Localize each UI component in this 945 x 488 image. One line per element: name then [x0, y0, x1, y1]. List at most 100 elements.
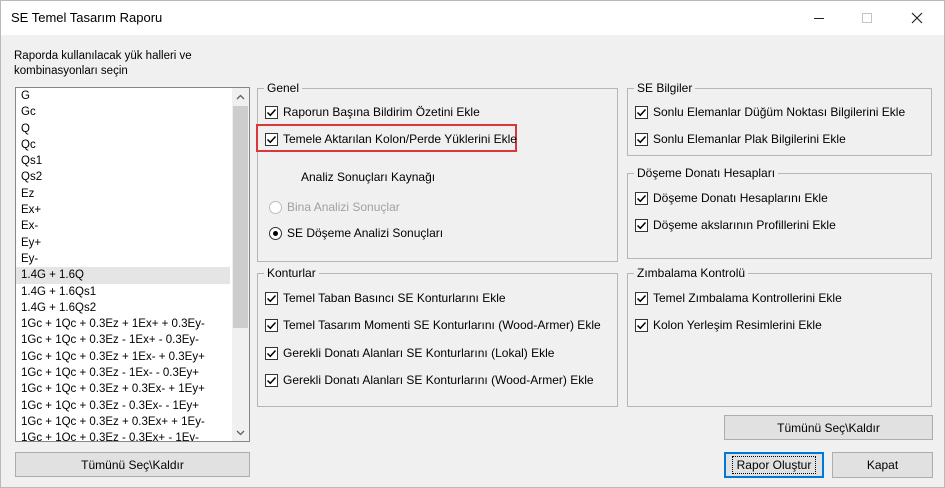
- konturlar-check1-label: Temel Taban Basıncı SE Konturlarını Ekle: [283, 291, 506, 305]
- list-item[interactable]: Ex+: [16, 202, 230, 218]
- list-item[interactable]: Ey+: [16, 235, 230, 251]
- list-item[interactable]: Qs2: [16, 169, 230, 185]
- list-item[interactable]: Ex-: [16, 218, 230, 234]
- close-icon: [911, 12, 923, 24]
- konturlar-check3-label: Gerekli Donatı Alanları SE Konturlarını …: [283, 346, 555, 360]
- load-cases-items: G Gc Q Qc Qs1 Qs2 Ez Ex+ Ex- Ey+ Ey- 1.4G + 1.6Q 1.4…: [16, 88, 230, 441]
- se-bilgiler-check1-label: Sonlu Elemanlar Düğüm Noktası Bilgilerin…: [653, 105, 906, 119]
- list-item[interactable]: 1Gc + 1Qc + 0.3Ez + 0.3Ex+ + 1Ey-: [16, 414, 230, 430]
- radio-slab-analysis-row[interactable]: SE Döşeme Analizi Sonuçları: [269, 226, 443, 240]
- list-item[interactable]: Qs1: [16, 153, 230, 169]
- close-button[interactable]: Kapat: [832, 452, 933, 478]
- genel-check1-checkbox[interactable]: [265, 105, 278, 119]
- list-item[interactable]: 1Gc + 1Qc + 0.3Ez - 1Ex+ - 0.3Ey-: [16, 332, 230, 348]
- scroll-up-button[interactable]: [232, 88, 249, 105]
- zimbalama-check2-label: Kolon Yerleşim Resimlerini Ekle: [653, 318, 822, 332]
- dialog-window: SE Temel Tasarım Raporu Raporda kullanıl…: [0, 0, 945, 488]
- doseme-check2-checkbox[interactable]: [635, 218, 648, 232]
- chevron-down-icon: [236, 430, 245, 435]
- doseme-group-title: Döşeme Donatı Hesapları: [634, 166, 779, 180]
- zimbalama-group-title: Zımbalama Kontrolü: [634, 266, 749, 280]
- doseme-check1-checkbox[interactable]: [635, 191, 648, 205]
- zimbalama-check2-checkbox[interactable]: [635, 318, 648, 332]
- konturlar-check4-checkbox[interactable]: [265, 373, 278, 387]
- list-item[interactable]: 1Gc + 1Qc + 0.3Ez - 0.3Ex- - 1Ey+: [16, 398, 230, 414]
- select-all-options-button[interactable]: Tümünü Seç\Kaldır: [724, 415, 933, 440]
- se-bilgiler-check2-label: Sonlu Elemanlar Plak Bilgilerini Ekle: [653, 132, 846, 146]
- scroll-thumb[interactable]: [233, 106, 248, 328]
- checkmark-icon: [636, 108, 647, 116]
- zimbalama-check1-row[interactable]: Temel Zımbalama Kontrollerini Ekle: [635, 291, 842, 305]
- se-bilgiler-check1-checkbox[interactable]: [635, 105, 648, 119]
- list-item[interactable]: 1Gc + 1Qc + 0.3Ez - 1Ex- - 0.3Ey+: [16, 365, 230, 381]
- genel-check1-row[interactable]: Raporun Başına Bildirim Özetini Ekle: [265, 105, 480, 119]
- se-bilgiler-check2-row[interactable]: Sonlu Elemanlar Plak Bilgilerini Ekle: [635, 132, 846, 146]
- select-all-load-cases-label: Tümünü Seç\Kaldır: [81, 457, 184, 472]
- list-item[interactable]: 1.4G + 1.6Qs2: [16, 300, 230, 316]
- minimize-icon: [814, 17, 824, 19]
- checkmark-icon: [636, 194, 647, 202]
- list-item[interactable]: 1Gc + 1Qc + 0.3Ez - 0.3Ex+ - 1Ey-: [16, 430, 230, 441]
- doseme-check2-row[interactable]: Döşeme akslarının Profillerini Ekle: [635, 218, 836, 232]
- listbox-scrollbar[interactable]: [232, 88, 249, 441]
- list-item[interactable]: G: [16, 88, 230, 104]
- konturlar-check2-row[interactable]: Temel Tasarım Momenti SE Konturlarını (W…: [265, 318, 601, 332]
- checkmark-icon: [636, 294, 647, 302]
- maximize-icon: [862, 13, 872, 23]
- zimbalama-check1-label: Temel Zımbalama Kontrollerini Ekle: [653, 291, 842, 305]
- load-cases-label: Raporda kullanılacak yük halleri ve komb…: [14, 50, 192, 77]
- se-bilgiler-check2-checkbox[interactable]: [635, 132, 648, 146]
- konturlar-check4-row[interactable]: Gerekli Donatı Alanları SE Konturlarını …: [265, 373, 594, 387]
- radio-building-analysis-row: Bina Analizi Sonuçlar: [269, 200, 400, 214]
- list-item[interactable]: Gc: [16, 104, 230, 120]
- genel-check1-label: Raporun Başına Bildirim Özetini Ekle: [283, 105, 480, 119]
- window-title: SE Temel Tasarım Raporu: [11, 10, 163, 25]
- konturlar-check1-row[interactable]: Temel Taban Basıncı SE Konturlarını Ekle: [265, 291, 506, 305]
- konturlar-check3-checkbox[interactable]: [265, 346, 278, 360]
- list-item[interactable]: 1Gc + 1Qc + 0.3Ez + 0.3Ex- + 1Ey+: [16, 381, 230, 397]
- konturlar-check4-label: Gerekli Donatı Alanları SE Konturlarını …: [283, 373, 594, 387]
- select-all-options-label: Tümünü Seç\Kaldır: [777, 420, 880, 435]
- konturlar-group-title: Konturlar: [264, 266, 319, 280]
- checkmark-icon: [266, 108, 277, 116]
- scroll-down-button[interactable]: [232, 424, 249, 441]
- list-item[interactable]: 1.4G + 1.6Qs1: [16, 284, 230, 300]
- create-report-label: Rapor Oluştur: [731, 456, 817, 474]
- checkmark-icon: [266, 294, 277, 302]
- list-item[interactable]: 1Gc + 1Qc + 0.3Ez + 1Ex+ + 0.3Ey-: [16, 316, 230, 332]
- create-report-button[interactable]: Rapor Oluştur: [724, 452, 824, 478]
- list-item[interactable]: Q: [16, 121, 230, 137]
- konturlar-check2-checkbox[interactable]: [265, 318, 278, 332]
- list-item[interactable]: Ey-: [16, 251, 230, 267]
- zimbalama-check1-checkbox[interactable]: [635, 291, 648, 305]
- genel-check2-row[interactable]: Temele Aktarılan Kolon/Perde Yüklerini E…: [265, 132, 517, 146]
- list-item[interactable]: Qc: [16, 137, 230, 153]
- se-bilgiler-check1-row[interactable]: Sonlu Elemanlar Düğüm Noktası Bilgilerin…: [635, 105, 905, 119]
- konturlar-check3-row[interactable]: Gerekli Donatı Alanları SE Konturlarını …: [265, 346, 554, 360]
- doseme-check2-label: Döşeme akslarının Profillerini Ekle: [653, 218, 836, 232]
- genel-check2-checkbox[interactable]: [265, 132, 278, 146]
- checkmark-icon: [636, 135, 647, 143]
- minimize-button[interactable]: [796, 1, 842, 35]
- se-bilgiler-group-title: SE Bilgiler: [634, 81, 696, 95]
- chevron-up-icon: [236, 94, 245, 99]
- analysis-source-label: Analiz Sonuçları Kaynağı: [301, 170, 436, 184]
- list-item[interactable]: 1Gc + 1Qc + 0.3Ez + 1Ex- + 0.3Ey+: [16, 349, 230, 365]
- checkmark-icon: [636, 221, 647, 229]
- load-cases-listbox[interactable]: G Gc Q Qc Qs1 Qs2 Ez Ex+ Ex- Ey+ Ey- 1.4G + 1.6Q 1.4…: [15, 87, 250, 442]
- zimbalama-check2-row[interactable]: Kolon Yerleşim Resimlerini Ekle: [635, 318, 822, 332]
- select-all-load-cases-button[interactable]: Tümünü Seç\Kaldır: [15, 452, 250, 477]
- doseme-check1-row[interactable]: Döşeme Donatı Hesaplarını Ekle: [635, 191, 828, 205]
- close-window-button[interactable]: [894, 1, 940, 35]
- checkmark-icon: [266, 349, 277, 357]
- genel-check2-label: Temele Aktarılan Kolon/Perde Yüklerini E…: [283, 132, 517, 146]
- checkmark-icon: [636, 321, 647, 329]
- maximize-button: [844, 1, 890, 35]
- list-item[interactable]: 1.4G + 1.6Q: [16, 267, 230, 284]
- konturlar-check1-checkbox[interactable]: [265, 291, 278, 305]
- radio-building-analysis-label: Bina Analizi Sonuçlar: [287, 200, 400, 214]
- close-label: Kapat: [866, 458, 899, 472]
- checkmark-icon: [266, 321, 277, 329]
- radio-slab-analysis[interactable]: [269, 226, 282, 240]
- list-item[interactable]: Ez: [16, 186, 230, 202]
